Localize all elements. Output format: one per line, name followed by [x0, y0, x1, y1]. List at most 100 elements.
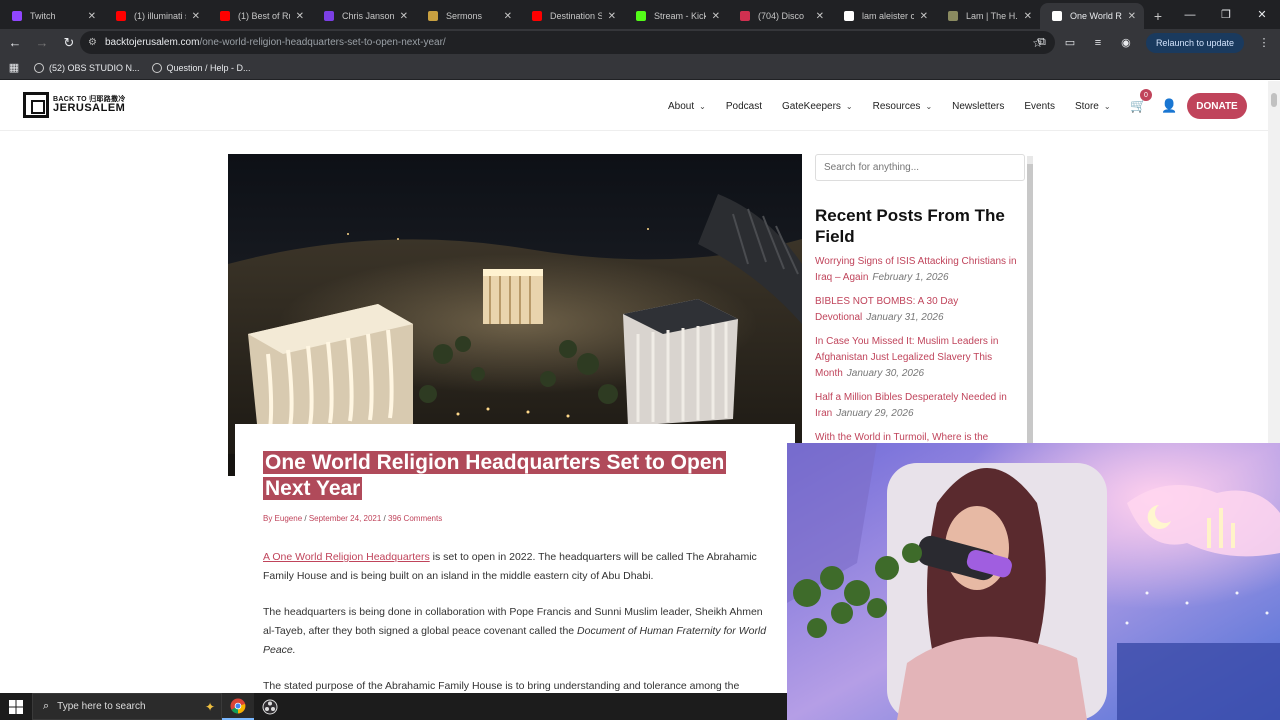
browser-tab[interactable]: Chris Janson Ra ✕: [312, 3, 416, 29]
tab-close-icon[interactable]: ✕: [1024, 11, 1032, 22]
chevron-down-icon: ⌄: [925, 101, 933, 111]
bookmark-question-help[interactable]: Question / Help - D...: [151, 62, 251, 73]
chevron-down-icon: ⌄: [1103, 101, 1111, 111]
tab-close-icon[interactable]: ✕: [816, 11, 824, 22]
nav-item-label: GateKeepers: [781, 100, 841, 112]
tab-title: Stream - Kick D: [654, 11, 706, 21]
nav-item-store[interactable]: Store ⌄: [1075, 101, 1111, 112]
tab-close-icon[interactable]: ✕: [712, 11, 720, 22]
tab-close-icon[interactable]: ✕: [504, 11, 512, 22]
nav-item-about[interactable]: About ⌄: [668, 101, 706, 112]
apps-grid-icon[interactable]: ▦: [6, 61, 22, 74]
relaunch-button[interactable]: Relaunch to update: [1145, 32, 1244, 53]
close-window-icon[interactable]: ✕: [1244, 0, 1280, 29]
nav-item-label: Podcast: [725, 100, 762, 112]
bookmarks-bar: ▦ (52) OBS STUDIO N... Question / Help -…: [0, 56, 1280, 80]
url-text[interactable]: backtojerusalem.com/one-world-religion-h…: [105, 37, 446, 48]
taskbar-search[interactable]: ⌕ Type here to search ✦: [32, 693, 222, 720]
toolbar-actions: ⧉ ▭ ≡ ◉ Relaunch to update ⋮: [1034, 31, 1272, 54]
tab-close-icon[interactable]: ✕: [1128, 11, 1136, 22]
bookmark-obs[interactable]: (52) OBS STUDIO N...: [34, 62, 140, 73]
taskbar-chrome-app[interactable]: [222, 693, 254, 720]
nav-item-label: Store: [1074, 100, 1099, 112]
start-button[interactable]: [0, 693, 32, 720]
browser-tab[interactable]: lam aleister cro ✕: [832, 3, 936, 29]
tab-favicon-icon: [220, 11, 230, 21]
tab-close-icon[interactable]: ✕: [400, 11, 408, 22]
window-controls: — ❐ ✕: [1172, 0, 1280, 29]
new-tab-button[interactable]: +: [1144, 3, 1172, 29]
tab-title: Chris Janson Ra: [342, 11, 394, 21]
nav-item-label: Events: [1024, 100, 1055, 112]
recent-post-date: February 1, 2026: [872, 272, 949, 283]
recent-posts-heading: Recent Posts From The Field: [815, 206, 1005, 246]
browser-tab[interactable]: Stream - Kick D ✕: [624, 3, 728, 29]
taskbar-obs-app[interactable]: [254, 693, 286, 720]
minimize-icon[interactable]: —: [1172, 0, 1208, 29]
tab-favicon-icon: [116, 11, 126, 21]
forward-icon[interactable]: →: [30, 31, 54, 55]
browser-tab[interactable]: One World Relig ✕: [1040, 3, 1144, 29]
restore-icon[interactable]: ❐: [1208, 0, 1244, 29]
meta-comments[interactable]: 396 Comments: [388, 514, 442, 523]
donate-button[interactable]: DONATE: [1187, 93, 1247, 119]
nav-item-events[interactable]: Events: [1024, 101, 1055, 112]
site-info-icon[interactable]: ⚙: [88, 37, 97, 48]
tab-close-icon[interactable]: ✕: [192, 11, 200, 22]
sidebar-scrollbar[interactable]: [1027, 156, 1033, 446]
browser-tab[interactable]: Twitch ✕: [0, 3, 104, 29]
media-controls-icon[interactable]: ≡: [1090, 37, 1106, 49]
meta-separator: /: [381, 514, 388, 523]
tab-title: One World Relig: [1070, 11, 1122, 21]
tab-close-icon[interactable]: ✕: [88, 11, 96, 22]
extensions-icon[interactable]: ⧉: [1034, 36, 1050, 49]
nav-item-gatekeepers[interactable]: GateKeepers ⌄: [782, 101, 853, 112]
url-path: /one-world-religion-headquarters-set-to-…: [199, 37, 446, 48]
tab-close-icon[interactable]: ✕: [296, 11, 304, 22]
obs-icon: [151, 62, 162, 73]
tab-favicon-icon: [532, 11, 542, 21]
browser-tab[interactable]: Lam | The H.P. ✕: [936, 3, 1040, 29]
account-icon[interactable]: 👤: [1161, 98, 1177, 114]
tab-favicon-icon: [1052, 11, 1062, 21]
address-bar[interactable]: ⚙ backtojerusalem.com/one-world-religion…: [80, 31, 1055, 54]
main-navigation: About ⌄ Podcast GateKeepers ⌄ Resources ⌄ Newsl…: [668, 81, 1131, 131]
search-icon: ⌕: [43, 700, 50, 712]
meta-date[interactable]: September 24, 2021: [309, 514, 382, 523]
reload-icon[interactable]: ↻: [57, 31, 81, 55]
back-icon[interactable]: ←: [3, 31, 27, 55]
sidebar-search-input[interactable]: [815, 154, 1025, 181]
one-world-religion-link[interactable]: A One World Religion Headquarters: [263, 551, 430, 563]
tab-close-icon[interactable]: ✕: [920, 11, 928, 22]
meta-author[interactable]: By Eugene: [263, 514, 302, 523]
menu-kebab-icon[interactable]: ⋮: [1256, 36, 1272, 49]
browser-tab[interactable]: Destination Sto ✕: [520, 3, 624, 29]
article-title[interactable]: One World Religion Headquarters Set to O…: [263, 450, 763, 502]
chevron-down-icon: ⌄: [845, 101, 853, 111]
bookmark-label: Question / Help - D...: [166, 62, 251, 73]
nav-item-newsletters[interactable]: Newsletters: [952, 101, 1004, 112]
tab-close-icon[interactable]: ✕: [608, 11, 616, 22]
browser-tab[interactable]: (704) Disco ✕: [728, 3, 832, 29]
scrollbar-thumb[interactable]: [1271, 93, 1277, 107]
recent-post-date: January 31, 2026: [866, 312, 944, 323]
browser-tab[interactable]: Sermons ✕: [416, 3, 520, 29]
recent-post-link[interactable]: With the World in Turmoil, Where is the: [815, 432, 988, 443]
recent-post-item: Worrying Signs of ISIS Attacking Christi…: [815, 254, 1020, 286]
cast-icon[interactable]: ▭: [1062, 36, 1078, 49]
nav-item-podcast[interactable]: Podcast: [726, 101, 762, 112]
site-logo[interactable]: BACK TO 归耶路撒冷 JERUSALEM: [23, 92, 126, 118]
webcam-overlay: [787, 443, 1280, 720]
browser-tab[interactable]: (1) Best of Rum ✕: [208, 3, 312, 29]
tab-title: Sermons: [446, 11, 483, 21]
browser-tab[interactable]: (1) illuminati so ✕: [104, 3, 208, 29]
tab-strip: Twitch✕(1) illuminati so✕(1) Best of Rum…: [0, 0, 1144, 29]
nav-item-resources[interactable]: Resources ⌄: [873, 101, 933, 112]
recent-posts-list: Worrying Signs of ISIS Attacking Christi…: [815, 254, 1020, 444]
scrollbar-thumb[interactable]: [1027, 164, 1033, 446]
globe-icon: [34, 62, 44, 73]
recent-post-item: In Case You Missed It: Muslim Leaders in…: [815, 334, 1020, 382]
profile-avatar-icon[interactable]: ◉: [1118, 36, 1134, 49]
recent-post-item: BIBLES NOT BOMBS: A 30 Day Devotional Jan…: [815, 294, 1020, 326]
paragraph-text: The stated purpose of the Abrahamic Fami…: [263, 680, 740, 692]
